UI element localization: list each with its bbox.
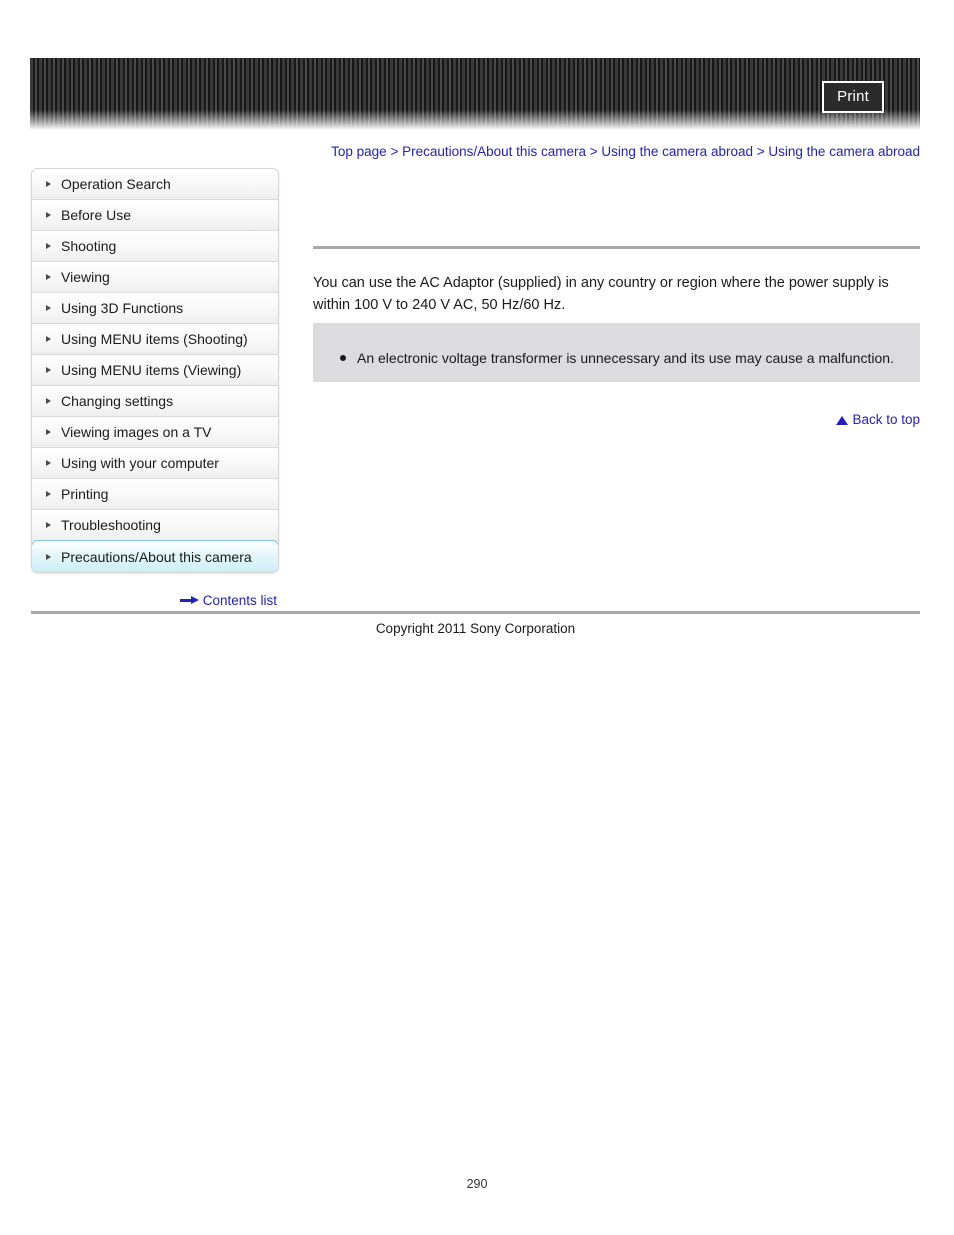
sidebar-item-label: Precautions/About this camera <box>61 548 252 565</box>
sidebar-item-using-with-your-computer[interactable]: Using with your computer <box>32 448 278 479</box>
breadcrumb-item-current[interactable]: Using the camera abroad <box>768 144 920 159</box>
triangle-right-icon <box>46 460 51 466</box>
sidebar-item-changing-settings[interactable]: Changing settings <box>32 386 278 417</box>
note-box: An electronic voltage transformer is unn… <box>313 323 920 382</box>
breadcrumb-separator: > <box>589 144 598 159</box>
sidebar-item-viewing[interactable]: Viewing <box>32 262 278 293</box>
breadcrumb-item-using-camera-abroad[interactable]: Using the camera abroad <box>601 144 753 159</box>
triangle-right-icon <box>46 398 51 404</box>
sidebar-item-before-use[interactable]: Before Use <box>32 200 278 231</box>
back-to-top-link[interactable]: Back to top <box>836 412 920 427</box>
sidebar-item-label: Using 3D Functions <box>61 300 184 316</box>
triangle-right-icon <box>46 429 51 435</box>
triangle-right-icon <box>46 212 51 218</box>
breadcrumb-separator: > <box>390 144 399 159</box>
triangle-right-icon <box>46 522 51 528</box>
back-to-top-label: Back to top <box>852 412 920 427</box>
sidebar-navigation: Operation Search Before Use Shooting Vie… <box>31 168 279 573</box>
main-body-text: You can use the AC Adaptor (supplied) in… <box>313 275 889 313</box>
sidebar-item-label: Shooting <box>61 238 117 254</box>
sidebar-item-label: Using MENU items (Viewing) <box>61 362 242 378</box>
note-item-text: An electronic voltage transformer is unn… <box>357 350 894 366</box>
back-to-top-row: Back to top <box>313 412 920 427</box>
sidebar-item-using-menu-items-shooting[interactable]: Using MENU items (Shooting) <box>32 324 278 355</box>
sidebar-item-using-menu-items-viewing[interactable]: Using MENU items (Viewing) <box>32 355 278 386</box>
sidebar-item-label: Before Use <box>61 207 132 223</box>
triangle-right-icon <box>46 243 51 249</box>
sidebar-item-label: Viewing images on a TV <box>61 424 212 440</box>
sidebar-item-label: Changing settings <box>61 393 174 409</box>
contents-list-row: Contents list <box>31 592 277 610</box>
sidebar-item-label: Using with your computer <box>61 455 219 471</box>
sidebar-item-precautions-about-this-camera[interactable]: Precautions/About this camera <box>32 540 278 572</box>
footer-copyright: Copyright 2011 Sony Corporation <box>375 621 576 636</box>
sidebar-item-viewing-images-on-a-tv[interactable]: Viewing images on a TV <box>32 417 278 448</box>
sidebar-item-operation-search[interactable]: Operation Search <box>32 169 278 200</box>
page-number: 290 <box>466 1177 488 1191</box>
breadcrumb: Top page > Precautions/About this camera… <box>313 142 920 161</box>
sidebar-item-label: Operation Search <box>61 176 171 192</box>
sidebar-item-label: Printing <box>61 486 109 502</box>
triangle-right-icon <box>46 553 51 560</box>
sidebar-item-label: Using MENU items (Shooting) <box>61 331 248 347</box>
sidebar-item-using-3d-functions[interactable]: Using 3D Functions <box>32 293 278 324</box>
triangle-right-icon <box>46 491 51 497</box>
sidebar-item-printing[interactable]: Printing <box>32 479 278 510</box>
header-banner: Print <box>30 58 920 130</box>
breadcrumb-item-top-page[interactable]: Top page <box>331 144 387 159</box>
triangle-right-icon <box>46 274 51 280</box>
sidebar-item-troubleshooting[interactable]: Troubleshooting <box>32 510 278 541</box>
arrow-right-icon <box>179 596 199 604</box>
note-list-item: An electronic voltage transformer is unn… <box>333 348 900 368</box>
triangle-right-icon <box>46 305 51 311</box>
sidebar-item-label: Troubleshooting <box>61 517 161 533</box>
breadcrumb-item-precautions[interactable]: Precautions/About this camera <box>402 144 586 159</box>
contents-list-label: Contents list <box>202 593 277 608</box>
contents-list-link[interactable]: Contents list <box>179 593 277 608</box>
sidebar-item-label: Viewing <box>61 269 110 285</box>
print-button[interactable]: Print <box>822 81 884 113</box>
triangle-up-icon <box>836 416 849 425</box>
bullet-icon <box>340 355 346 361</box>
triangle-right-icon <box>46 367 51 373</box>
triangle-right-icon <box>46 181 51 187</box>
breadcrumb-separator: > <box>756 144 765 159</box>
sidebar-item-shooting[interactable]: Shooting <box>32 231 278 262</box>
content-top-divider <box>313 246 920 249</box>
triangle-right-icon <box>46 336 51 342</box>
